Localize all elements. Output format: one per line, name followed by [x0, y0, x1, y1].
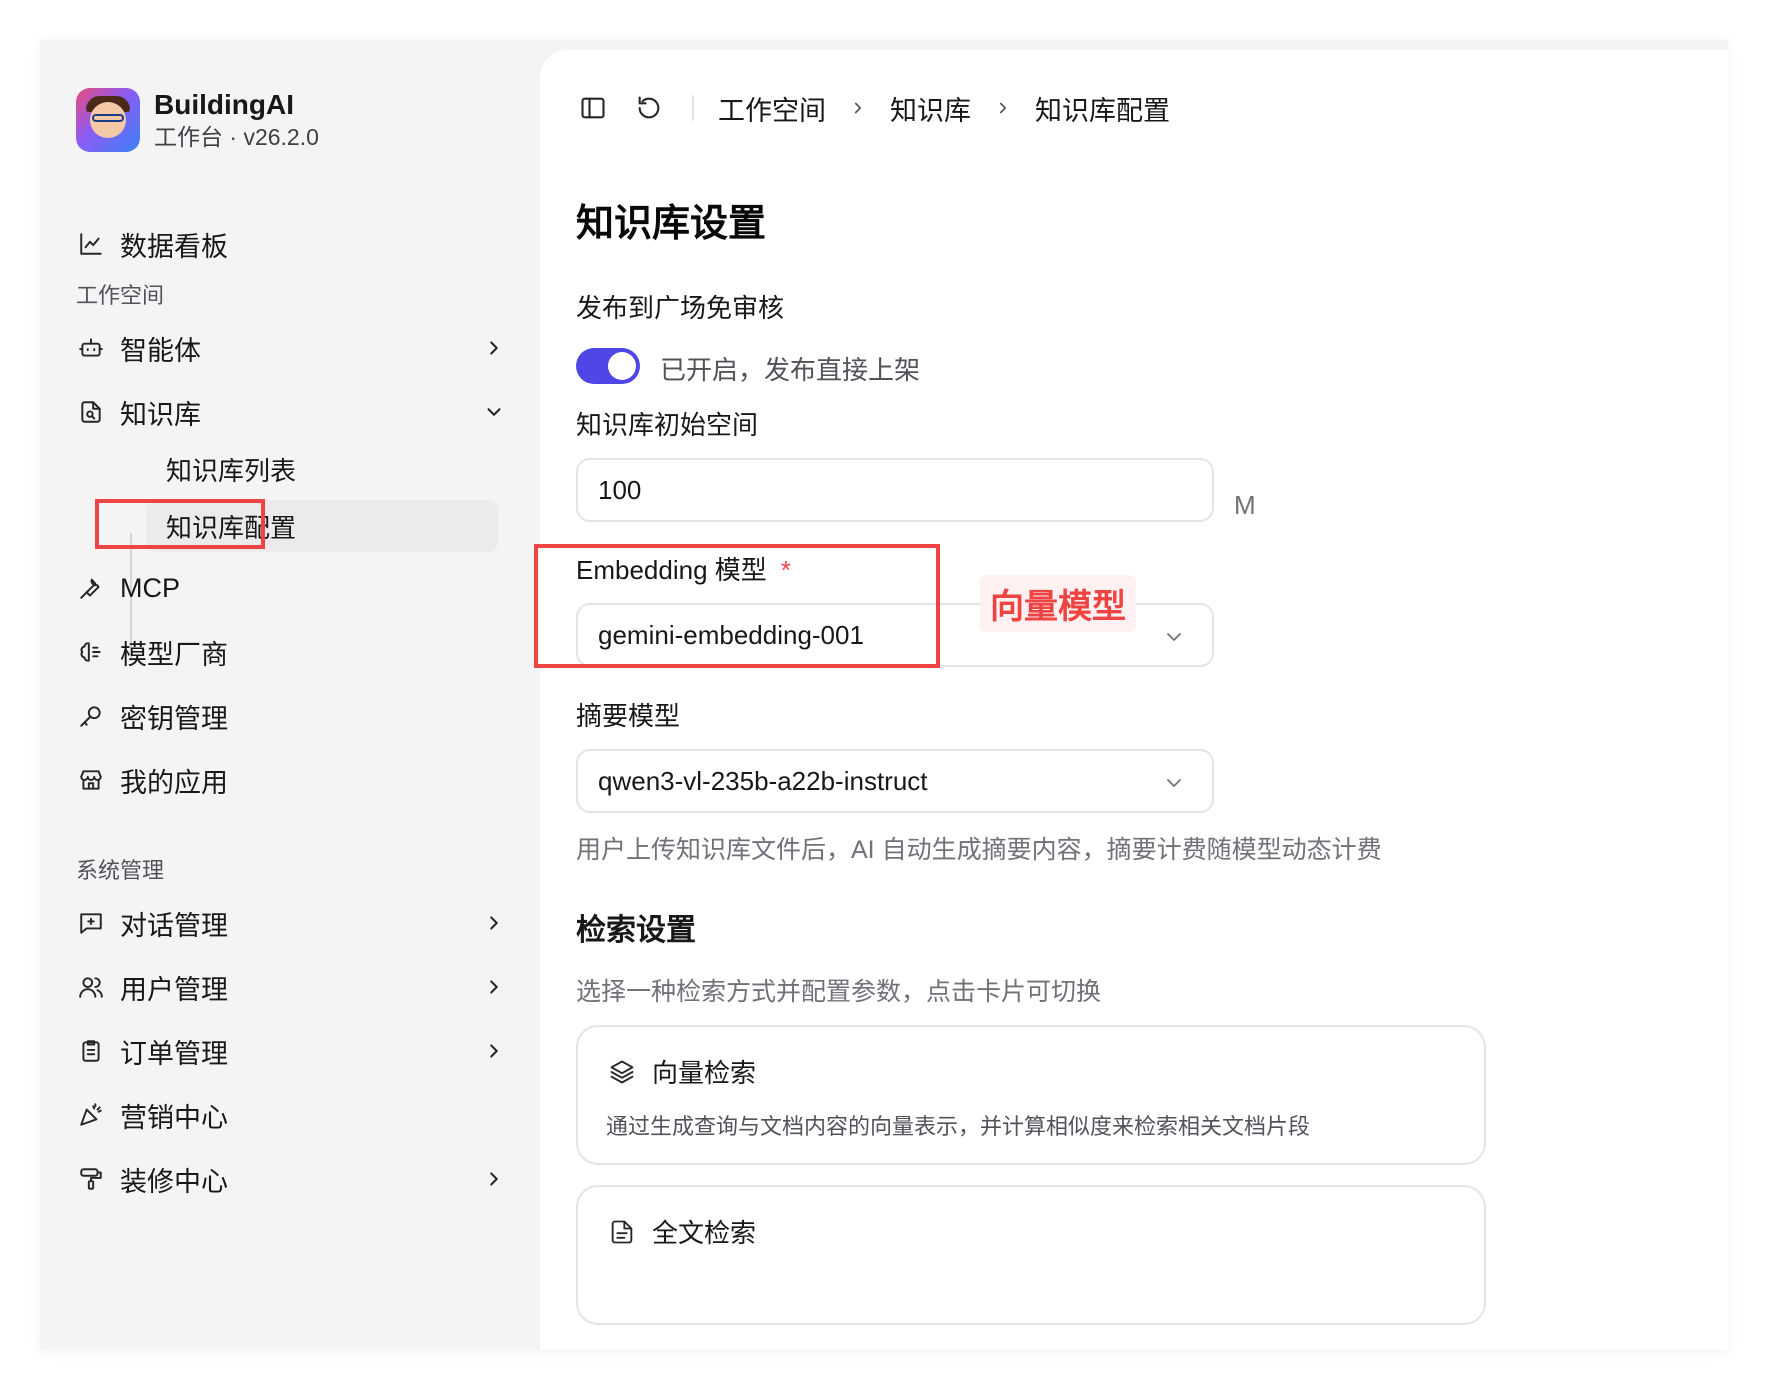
sidebar-toggle-icon[interactable] — [576, 91, 610, 125]
sidebar-item-label: 密钥管理 — [120, 703, 228, 734]
line-chart-icon — [76, 229, 106, 259]
highlight-box-sidebar — [95, 499, 265, 549]
chevron-right-icon — [482, 911, 506, 935]
chevron-right-icon — [993, 98, 1013, 118]
sidebar-item-label: 数据看板 — [120, 231, 228, 262]
retrieval-card-fulltext[interactable]: 全文检索 — [576, 1185, 1486, 1325]
sidebar-item-label: 知识库 — [120, 399, 201, 430]
users-icon — [76, 972, 106, 1002]
initial-space-value: 100 — [598, 474, 642, 505]
highlight-box-embedding — [534, 544, 940, 668]
annotation-label: 向量模型 — [980, 575, 1136, 632]
publish-toggle[interactable] — [576, 348, 640, 384]
section-label-system: 系统管理 — [76, 858, 165, 883]
retrieval-section-title: 检索设置 — [576, 914, 696, 947]
brand[interactable]: BuildingAI 工作台 · v26.2.0 — [76, 88, 319, 152]
robot-icon — [76, 333, 106, 363]
initial-space-label: 知识库初始空间 — [576, 410, 759, 440]
file-text-icon — [606, 1216, 638, 1248]
chevron-right-icon — [848, 98, 868, 118]
sidebar-item-order-mgmt[interactable]: 订单管理 — [76, 1023, 506, 1079]
retrieval-helper-text: 选择一种检索方式并配置参数，点击卡片可切换 — [576, 978, 1102, 1006]
file-search-icon — [76, 397, 106, 427]
key-icon — [76, 701, 106, 731]
sidebar-item-label: 对话管理 — [120, 910, 228, 941]
sidebar-item-label: 订单管理 — [120, 1038, 228, 1069]
sidebar-item-user-mgmt[interactable]: 用户管理 — [76, 959, 506, 1015]
retrieval-card-vector[interactable]: 向量检索 通过生成查询与文档内容的向量表示，并计算相似度来检索相关文档片段 — [576, 1025, 1486, 1165]
brand-version: 工作台 · v26.2.0 — [154, 124, 319, 150]
topbar: 工作空间 知识库 知识库配置 — [576, 88, 1170, 128]
sidebar-item-label: 模型厂商 — [120, 639, 228, 670]
layers-icon — [606, 1056, 638, 1088]
brain-icon — [76, 637, 106, 667]
chevron-down-icon — [1162, 625, 1186, 649]
breadcrumb-item[interactable]: 工作空间 — [718, 89, 826, 128]
main-panel: 工作空间 知识库 知识库配置 知识库设置 发布到广场免审核 已开启，发布直接上架… — [534, 50, 1728, 1350]
sidebar-item-label: 智能体 — [120, 335, 201, 366]
brand-logo — [76, 88, 140, 152]
initial-space-input[interactable]: 100 — [576, 458, 1214, 522]
brand-name: BuildingAI — [154, 89, 294, 120]
summary-model-label: 摘要模型 — [576, 701, 681, 731]
sidebar-item-mcp[interactable]: MCP — [76, 560, 506, 616]
sidebar-item-label: 用户管理 — [120, 974, 228, 1005]
sidebar-item-marketing[interactable]: 营销中心 — [76, 1087, 506, 1143]
chevron-right-icon — [482, 1167, 506, 1191]
refresh-icon[interactable] — [632, 91, 666, 125]
sidebar-item-label: 装修中心 — [120, 1166, 228, 1197]
publish-label: 发布到广场免审核 — [576, 293, 785, 323]
sidebar-item-chat-mgmt[interactable]: 对话管理 — [76, 895, 506, 951]
chevron-right-icon — [482, 1039, 506, 1063]
clipboard-list-icon — [76, 1036, 106, 1066]
page-title: 知识库设置 — [576, 203, 767, 245]
retrieval-card-title: 向量检索 — [652, 1058, 757, 1088]
sidebar-item-key-mgmt[interactable]: 密钥管理 — [76, 688, 506, 744]
sidebar-item-decoration[interactable]: 装修中心 — [76, 1151, 506, 1207]
app-window: BuildingAI 工作台 · v26.2.0 数据看板 工作空间 智能体 知… — [40, 40, 1728, 1350]
publish-toggle-text: 已开启，发布直接上架 — [660, 355, 921, 385]
breadcrumb-current: 知识库配置 — [1035, 95, 1170, 126]
summary-model-value: qwen3-vl-235b-a22b-instruct — [598, 765, 928, 796]
sidebar-item-label: MCP — [120, 572, 180, 603]
sidebar-item-label: 我的应用 — [120, 767, 228, 798]
party-popper-icon — [76, 1100, 106, 1130]
chevron-right-icon — [482, 336, 506, 360]
sidebar-item-knowledge[interactable]: 知识库 — [76, 384, 506, 440]
initial-space-unit: M — [1234, 490, 1256, 520]
summary-helper-text: 用户上传知识库文件后，AI 自动生成摘要内容，摘要计费随模型动态计费 — [576, 836, 1382, 864]
sidebar-item-dashboard[interactable]: 数据看板 — [76, 216, 506, 272]
chevron-right-icon — [482, 975, 506, 999]
paint-roller-icon — [76, 1164, 106, 1194]
chevron-down-icon — [482, 400, 506, 424]
sidebar-item-my-apps[interactable]: 我的应用 — [76, 752, 506, 808]
wrench-icon — [76, 573, 106, 603]
retrieval-card-title: 全文检索 — [652, 1218, 757, 1248]
section-label-workspace: 工作空间 — [76, 283, 165, 308]
message-square-icon — [76, 908, 106, 938]
sidebar-item-model-vendor[interactable]: 模型厂商 — [76, 624, 506, 680]
chevron-down-icon — [1162, 771, 1186, 795]
store-icon — [76, 765, 106, 795]
retrieval-card-desc: 通过生成查询与文档内容的向量表示，并计算相似度来检索相关文档片段 — [606, 1114, 1311, 1139]
breadcrumb-item[interactable]: 知识库 — [890, 89, 971, 128]
summary-model-select[interactable]: qwen3-vl-235b-a22b-instruct — [576, 749, 1214, 813]
sidebar-subitem-knowledge-list[interactable]: 知识库列表 — [146, 443, 498, 495]
sidebar-item-agents[interactable]: 智能体 — [76, 320, 506, 376]
sidebar: BuildingAI 工作台 · v26.2.0 数据看板 工作空间 智能体 知… — [40, 40, 540, 1350]
sidebar-item-label: 营销中心 — [120, 1102, 228, 1133]
topbar-divider — [692, 95, 694, 121]
